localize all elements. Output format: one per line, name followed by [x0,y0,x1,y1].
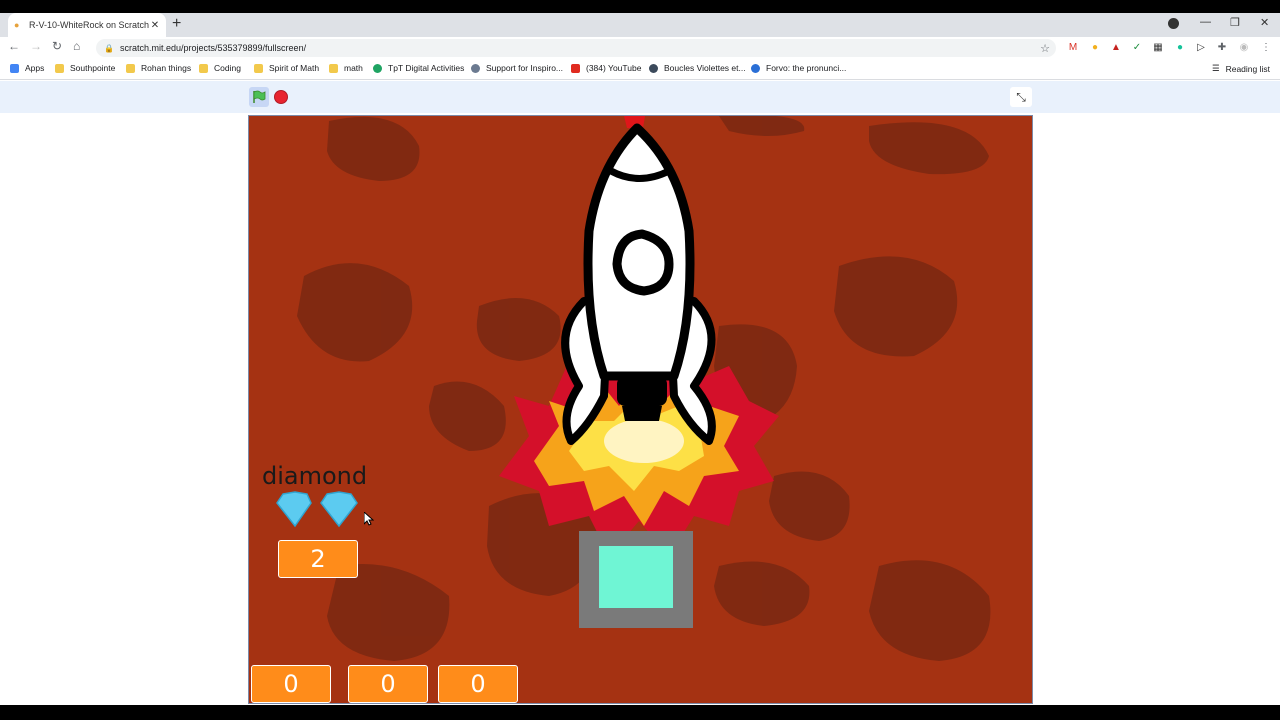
support-icon [471,63,480,73]
back-icon[interactable]: ← [8,39,20,53]
exit-fullscreen-icon: ⤡ [1016,89,1026,104]
crater [297,263,413,362]
counter-2: 0 [348,665,428,703]
tab-close-icon[interactable]: ✕ [150,20,160,31]
extension-icon[interactable]: ● [1089,42,1101,54]
url-text: scratch.mit.edu/projects/535379899/fulls… [119,43,307,53]
counter-1: 0 [251,665,331,703]
bookmark-tpt[interactable]: TpT Digital Activities [373,63,464,73]
reading-list-icon: ☰ [1211,63,1220,73]
tpt-icon [373,63,382,73]
bookmark-apps[interactable]: Apps [10,63,44,73]
crater [429,381,506,451]
variable-label-diamond: diamond [262,462,368,490]
minimize-icon[interactable]: — [1200,16,1211,28]
home-icon[interactable]: ⌂ [73,39,80,53]
checkmark-extension-icon[interactable]: ✓ [1131,42,1143,54]
reload-icon[interactable]: ↻ [52,39,62,53]
lock-icon: 🔒 [104,43,114,53]
browser-menu-icon[interactable]: ⋮ [1260,42,1272,54]
crater [869,122,989,175]
tab-strip: ● R-V-10-WhiteRock on Scratch ✕ + — ❐ ✕ [0,13,1280,37]
window-close-icon[interactable]: ✕ [1260,16,1269,29]
grid-extension-icon[interactable]: ▦ [1152,42,1164,54]
restore-icon[interactable]: ❐ [1230,16,1240,29]
stage-backdrop [276,116,991,661]
green-flag-icon [253,90,266,103]
youtube-icon [571,63,580,73]
bookmark-southpointe[interactable]: Southpointe [55,63,115,73]
bookmark-math[interactable]: math [329,63,363,73]
bookmark-inspiro[interactable]: Support for Inspiro... [471,63,563,73]
media-control-icon[interactable] [1168,18,1179,29]
extensions-puzzle-icon[interactable]: ✚ [1216,42,1228,54]
new-tab-icon[interactable]: + [172,15,181,33]
crater [869,560,991,661]
window-bottom-edge [0,705,1280,720]
exit-fullscreen-button[interactable]: ⤡ [1010,87,1032,107]
apps-grid-icon [10,63,19,73]
crater [769,471,850,541]
navigation-bar: ← → ↻ ⌂ 🔒 scratch.mit.edu/projects/53537… [0,37,1280,59]
mouse-cursor-icon [364,512,374,526]
forward-icon[interactable]: → [30,39,42,53]
green-flag-button[interactable] [249,87,269,107]
crater [834,256,958,357]
bookmark-coding[interactable]: Coding [199,63,241,73]
crater [719,116,805,136]
window-top-edge [0,0,1280,13]
forvo-icon [751,63,760,73]
stop-button[interactable] [274,90,288,104]
diamond-icons [276,491,358,528]
gmail-extension-icon[interactable]: M [1067,42,1079,54]
browser-tab[interactable]: ● R-V-10-WhiteRock on Scratch ✕ [8,13,166,37]
bookmark-forvo[interactable]: Forvo: the pronunci... [751,63,846,73]
profile-avatar-icon[interactable]: ◉ [1238,42,1250,54]
play-extension-icon[interactable]: ▷ [1195,42,1207,54]
crater [714,561,810,626]
scratch-favicon-icon: ● [14,19,20,30]
reading-list[interactable]: ☰ Reading list [1212,63,1270,74]
crater [327,116,420,181]
bookmark-youtube[interactable]: (384) YouTube [571,63,641,73]
grammarly-extension-icon[interactable]: ● [1174,42,1186,54]
crater [327,564,450,661]
folder-icon [126,63,135,73]
scratch-stage[interactable]: diamond 2 0 0 0 [248,115,1033,704]
bookmarks-bar: Apps Southpointe Rohan things Coding Spi… [0,59,1280,80]
bookmark-boucles[interactable]: Boucles Violettes et... [649,63,746,73]
folder-icon [254,63,263,73]
counter-3: 0 [438,665,518,703]
folder-icon [199,63,208,73]
folder-icon [55,63,64,73]
bookmark-spirit-of-math[interactable]: Spirit of Math [254,63,319,73]
bookmark-rohan-things[interactable]: Rohan things [126,63,191,73]
folder-icon [329,63,338,73]
tab-title: R-V-10-WhiteRock on Scratch [29,20,150,30]
rocket [561,123,716,445]
pdf-extension-icon[interactable]: ▲ [1110,42,1122,54]
launch-pad [579,531,693,628]
crater [476,298,561,361]
address-bar[interactable]: 🔒 scratch.mit.edu/projects/535379899/ful… [96,39,1056,57]
scratch-controls-bar: ⤡ [0,81,1280,113]
bookmark-star-icon[interactable]: ☆ [1040,42,1050,55]
site-icon [649,63,658,73]
diamond-counter: 2 [278,540,358,578]
